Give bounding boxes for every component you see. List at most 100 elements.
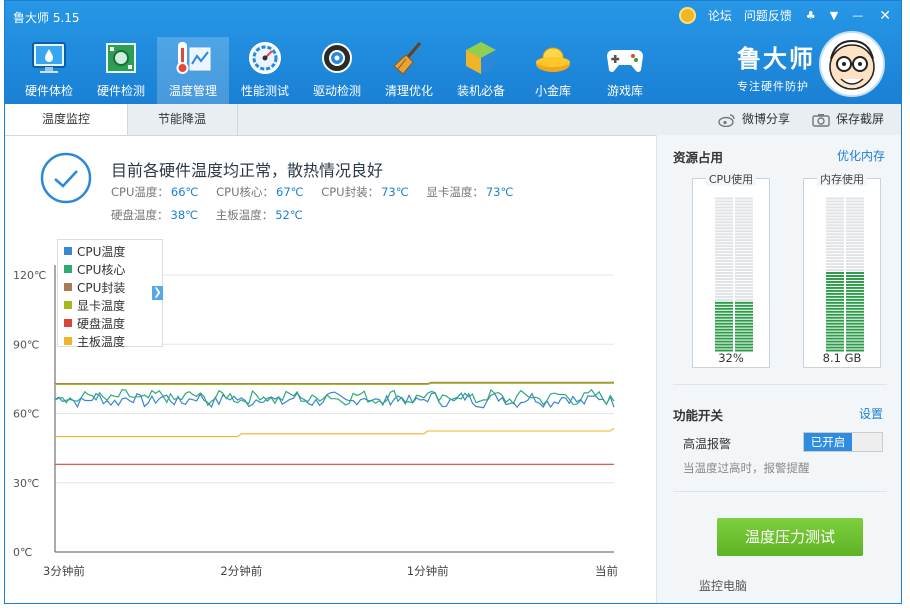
meter-segment bbox=[826, 245, 844, 248]
meter-segment bbox=[826, 242, 844, 245]
gear-icon bbox=[317, 40, 357, 76]
meter-segment bbox=[846, 286, 864, 289]
meter-segment bbox=[826, 272, 844, 274]
cube-icon bbox=[461, 40, 501, 76]
meter-segment bbox=[846, 227, 864, 230]
window-title: 鲁大师 5.15 bbox=[13, 11, 80, 25]
feedback-link[interactable]: 问题反馈 bbox=[744, 7, 792, 24]
meter-segment bbox=[826, 212, 844, 215]
meter-segment bbox=[846, 209, 864, 212]
tab-bar: 温度监控 节能降温 微博分享 保存截屏 bbox=[5, 104, 901, 136]
circuit-board-icon bbox=[101, 40, 141, 76]
meter-segment bbox=[826, 319, 844, 322]
close-icon[interactable]: ✕ bbox=[879, 8, 891, 24]
settings-link[interactable]: 设置 bbox=[859, 405, 883, 422]
minimize-icon[interactable]: — bbox=[852, 9, 863, 22]
meter-segment bbox=[846, 239, 864, 242]
meter-segment bbox=[735, 286, 753, 289]
meter-segment bbox=[846, 313, 864, 316]
legend-item[interactable]: 硬盘温度 bbox=[64, 314, 162, 332]
meter-segment bbox=[715, 266, 733, 269]
meter-segment bbox=[826, 263, 844, 266]
meter-segment bbox=[846, 292, 864, 295]
meter-segment bbox=[735, 334, 753, 337]
nav-vault[interactable]: 小金库 bbox=[517, 37, 589, 104]
brand-slogan: 专注硬件防护 bbox=[737, 80, 809, 93]
avatar[interactable] bbox=[819, 31, 885, 97]
meter-segment bbox=[735, 260, 753, 263]
main-nav: 硬件体检 硬件检测 温度管理 性能测试 驱动检测 清理优化 装机必备 小金库 游… bbox=[13, 37, 661, 104]
nav-label: 装机必备 bbox=[456, 84, 505, 98]
legend-item[interactable]: 主板温度 bbox=[64, 332, 162, 350]
meter-segment bbox=[735, 245, 753, 248]
meter-segment bbox=[846, 257, 864, 260]
meter-segment bbox=[826, 343, 844, 346]
meter-segment bbox=[735, 313, 753, 316]
meter-segment bbox=[715, 263, 733, 266]
optimize-memory-link[interactable]: 优化内存 bbox=[837, 147, 885, 164]
meter-segment bbox=[715, 304, 733, 307]
tab-temperature-monitor[interactable]: 温度监控 bbox=[5, 104, 128, 135]
disk-temp-value: 38℃ bbox=[170, 208, 199, 222]
meter-segment bbox=[846, 221, 864, 224]
meter-segment bbox=[846, 266, 864, 269]
meter-segment bbox=[846, 206, 864, 209]
nav-games[interactable]: 游戏库 bbox=[589, 37, 661, 104]
menu-icon[interactable]: ▼ bbox=[830, 9, 838, 22]
memory-usage-value: 8.1 GB bbox=[822, 351, 862, 365]
weibo-share-button[interactable]: 微博分享 bbox=[718, 104, 790, 135]
meter-segment bbox=[846, 331, 864, 334]
nav-performance[interactable]: 性能测试 bbox=[229, 37, 301, 104]
meter-segment bbox=[846, 218, 864, 221]
nav-cleanup[interactable]: 清理优化 bbox=[373, 37, 445, 104]
meter-segment bbox=[846, 245, 864, 248]
meter-segment bbox=[715, 272, 733, 274]
meter-segment bbox=[846, 212, 864, 215]
cpu-usage-value: 32% bbox=[718, 351, 744, 365]
legend-item[interactable]: CPU核心 bbox=[64, 260, 162, 278]
gpu-temp-value: 73℃ bbox=[485, 185, 514, 199]
cpu-usage-label: CPU使用 bbox=[705, 173, 757, 186]
meter-segment bbox=[846, 298, 864, 301]
meter-segment bbox=[826, 283, 844, 286]
meter-segment bbox=[735, 295, 753, 298]
meter-segment bbox=[735, 206, 753, 209]
nav-label: 硬件体检 bbox=[24, 84, 73, 98]
top-toolbar: 论坛 问题反馈 ♣ ▼ — ✕ bbox=[678, 7, 891, 24]
save-screenshot-button[interactable]: 保存截屏 bbox=[812, 104, 884, 135]
skin-icon[interactable]: ♣ bbox=[806, 9, 816, 22]
nav-temperature[interactable]: 温度管理 bbox=[157, 37, 229, 104]
legend-swatch bbox=[64, 265, 72, 273]
legend-item[interactable]: 显卡温度 bbox=[64, 296, 162, 314]
meter-segment bbox=[826, 325, 844, 328]
meter-segment bbox=[735, 200, 753, 203]
meter-segment bbox=[715, 325, 733, 328]
meter-segment bbox=[715, 277, 733, 280]
meter-segment bbox=[715, 233, 733, 236]
meter-segment bbox=[826, 289, 844, 292]
legend-collapse-icon[interactable]: ❯ bbox=[152, 286, 163, 300]
meter-segment bbox=[735, 230, 753, 233]
forum-link[interactable]: 论坛 bbox=[708, 7, 732, 24]
nav-hardware-detect[interactable]: 硬件检测 bbox=[85, 37, 157, 104]
meter-segment bbox=[826, 277, 844, 280]
memory-usage-meter: 内存使用 8.1 GB bbox=[803, 173, 881, 368]
nav-driver[interactable]: 驱动检测 bbox=[301, 37, 373, 104]
medal-icon[interactable] bbox=[678, 7, 696, 24]
meter-segment bbox=[735, 203, 753, 206]
meter-segment bbox=[735, 266, 753, 269]
meter-segment bbox=[846, 230, 864, 233]
meter-segment bbox=[715, 301, 733, 304]
meter-segment bbox=[826, 236, 844, 239]
series-line bbox=[54, 391, 615, 409]
legend-item[interactable]: CPU封装 bbox=[64, 278, 162, 296]
weibo-icon bbox=[718, 113, 735, 127]
temperature-panel: 目前各硬件温度均正常，散热情况良好 CPU温度： 66℃ CPU核心： 67℃ CP… bbox=[5, 135, 655, 603]
high-temp-alarm-toggle[interactable]: 已开启 bbox=[803, 432, 883, 452]
temperature-stress-test-button[interactable]: 温度压力测试 bbox=[717, 518, 863, 556]
legend-item[interactable]: CPU温度 bbox=[64, 242, 162, 260]
nav-install-essentials[interactable]: 装机必备 bbox=[445, 37, 517, 104]
meter-segment bbox=[846, 328, 864, 331]
tab-energy-saving[interactable]: 节能降温 bbox=[127, 104, 238, 135]
nav-hardware-checkup[interactable]: 硬件体检 bbox=[13, 37, 85, 104]
